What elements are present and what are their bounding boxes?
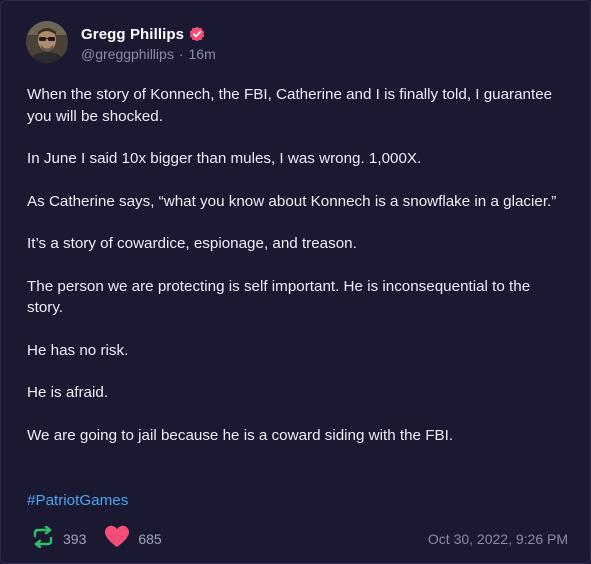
post-paragraph: The person we are protecting is self imp… bbox=[27, 277, 531, 317]
meta-separator: · bbox=[178, 46, 184, 62]
like-count: 685 bbox=[138, 531, 162, 547]
author-info: Gregg Phillips @greggphillips · 16m bbox=[81, 24, 216, 63]
heart-icon bbox=[104, 525, 130, 553]
repost-icon bbox=[31, 525, 55, 553]
post-paragraph: We are going to jail because he is a cow… bbox=[27, 426, 454, 444]
post-card: Gregg Phillips @greggphillips · 16m When… bbox=[0, 0, 591, 564]
post-body: When the story of Konnech, the FBI, Cath… bbox=[27, 84, 567, 467]
post-paragraph: As Catherine says, “what you know about … bbox=[27, 192, 557, 210]
verified-badge-icon bbox=[189, 26, 205, 42]
avatar[interactable] bbox=[26, 21, 68, 63]
time-ago[interactable]: 16m bbox=[189, 46, 216, 62]
post-timestamp[interactable]: Oct 30, 2022, 9:26 PM bbox=[428, 531, 568, 547]
post-footer: 393 685 Oct 30, 2022, 9:26 PM bbox=[31, 525, 568, 553]
repost-count: 393 bbox=[63, 531, 87, 547]
post-paragraph: He is afraid. bbox=[27, 384, 109, 401]
author-name[interactable]: Gregg Phillips bbox=[81, 26, 184, 43]
post-paragraph: When the story of Konnech, the FBI, Cath… bbox=[27, 86, 553, 125]
author-name-row: Gregg Phillips bbox=[81, 24, 216, 44]
hashtag-link[interactable]: #PatriotGames bbox=[27, 490, 128, 511]
like-button[interactable]: 685 bbox=[104, 525, 162, 553]
post-paragraph: He has no risk. bbox=[27, 341, 129, 359]
post-header: Gregg Phillips @greggphillips · 16m bbox=[26, 21, 216, 63]
post-paragraph: It’s a story of cowardice, espionage, an… bbox=[27, 235, 357, 252]
author-handle[interactable]: @greggphillips bbox=[81, 46, 174, 62]
author-meta: @greggphillips · 16m bbox=[81, 46, 216, 62]
post-paragraph: In June I said 10x bigger than mules, I … bbox=[27, 150, 422, 167]
avatar-image bbox=[26, 21, 68, 63]
repost-button[interactable]: 393 bbox=[31, 525, 87, 553]
